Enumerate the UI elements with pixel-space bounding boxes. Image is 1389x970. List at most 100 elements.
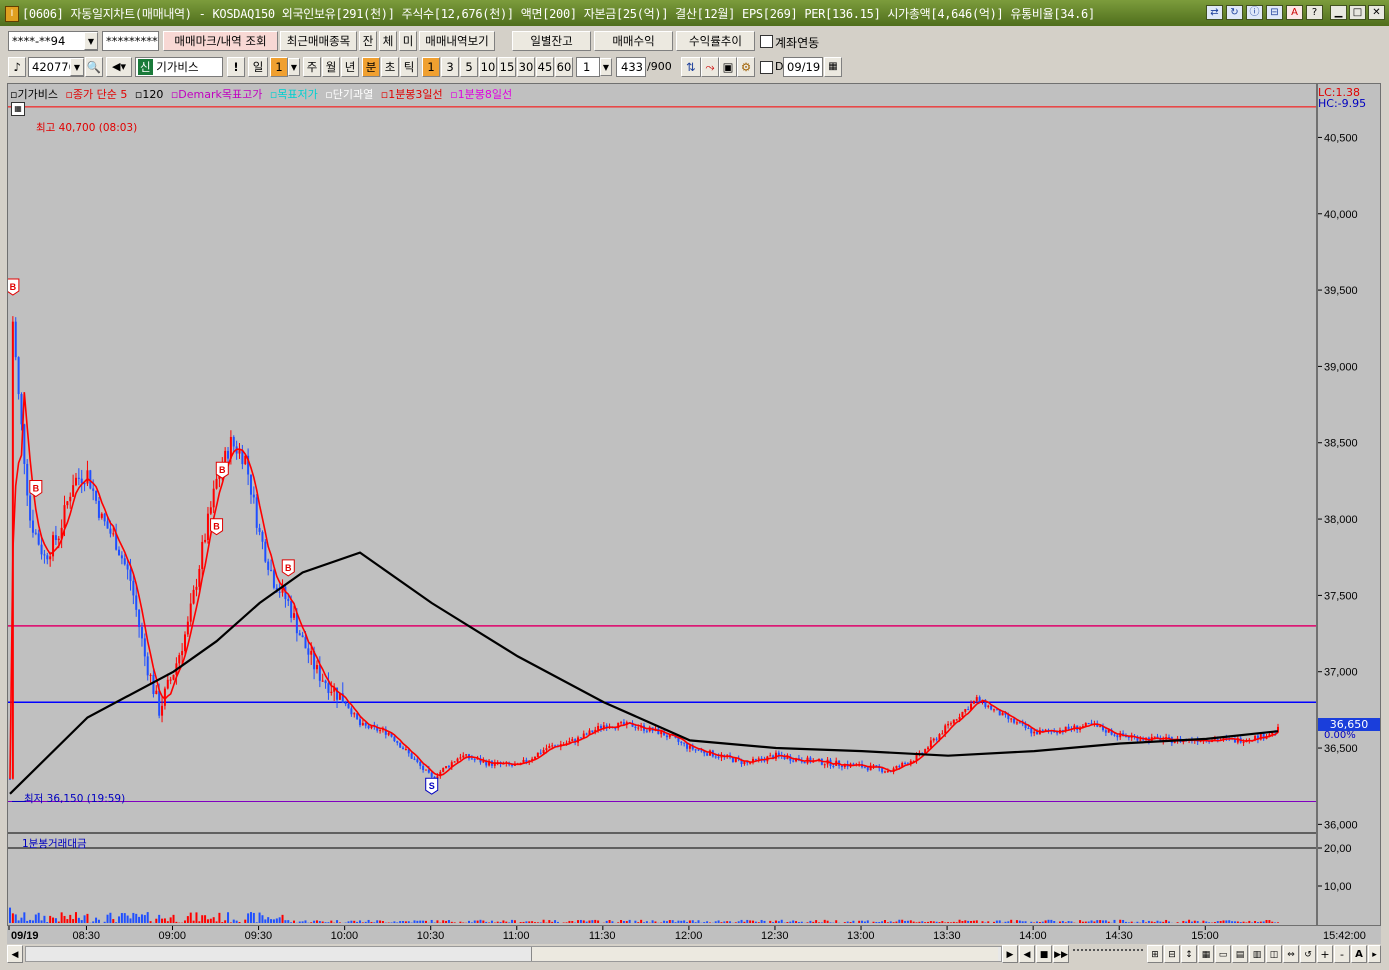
period-dropdown-icon[interactable]: ▼: [288, 58, 300, 76]
period-month-button[interactable]: 월: [322, 57, 340, 77]
unit-dropdown-icon[interactable]: ▼: [600, 58, 612, 76]
text-icon[interactable]: A: [1351, 945, 1367, 963]
link-icon[interactable]: ⇄: [1206, 5, 1223, 20]
minute-45-button[interactable]: 45: [536, 57, 554, 77]
merge-icon[interactable]: ⊟: [1164, 945, 1180, 963]
volume-bar: [318, 921, 321, 923]
candle-body: [307, 648, 310, 655]
zoom-in-icon[interactable]: +: [1317, 945, 1333, 963]
minute-5-button[interactable]: 5: [460, 57, 478, 77]
calendar-icon[interactable]: ▦: [824, 57, 842, 77]
period-value[interactable]: 1: [270, 57, 288, 77]
more-icon[interactable]: ▸: [1368, 945, 1381, 963]
minute-30-button[interactable]: 30: [517, 57, 535, 77]
minute-60-button[interactable]: 60: [555, 57, 573, 77]
info-icon[interactable]: ⓘ: [1246, 5, 1263, 20]
password-field[interactable]: *********: [102, 31, 159, 51]
code-dropdown-icon[interactable]: ▼: [70, 58, 84, 76]
daily-balance-button[interactable]: 일별잔고: [512, 31, 591, 51]
trade-view-button[interactable]: 매매내역보기: [419, 31, 495, 51]
scroll-track[interactable]: [25, 946, 1002, 962]
volume-bar: [1107, 921, 1110, 923]
volume-bar: [901, 919, 904, 923]
volume-bar: [697, 920, 700, 923]
split-icon[interactable]: ⊞: [1147, 945, 1163, 963]
trade-profit-button[interactable]: 매매수익: [594, 31, 673, 51]
split-vertical-icon[interactable]: ◫: [1266, 945, 1282, 963]
table-icon[interactable]: ▤: [1232, 945, 1248, 963]
volume-bar: [1136, 921, 1139, 923]
period-day-button[interactable]: 일: [248, 57, 268, 77]
zoom-out-icon[interactable]: -: [1334, 945, 1350, 963]
date-checkbox[interactable]: [760, 61, 773, 74]
zoom-slider[interactable]: [1073, 949, 1143, 961]
maximize-button[interactable]: □: [1349, 5, 1366, 20]
candle-body: [413, 758, 416, 760]
count-input[interactable]: 433: [616, 57, 646, 77]
period-tick-button[interactable]: 틱: [400, 57, 418, 77]
minute-15-button[interactable]: 15: [498, 57, 516, 77]
account-dropdown-icon[interactable]: ▼: [84, 32, 98, 50]
speaker-icon[interactable]: ◀▾: [106, 57, 132, 77]
grid-icon[interactable]: ▦: [1198, 945, 1214, 963]
volume-bar: [1254, 920, 1257, 923]
period-year-button[interactable]: 년: [341, 57, 359, 77]
minute-3-button[interactable]: 3: [441, 57, 459, 77]
font-icon[interactable]: A: [1286, 5, 1303, 20]
help-icon[interactable]: ?: [1306, 5, 1323, 20]
balance-button[interactable]: 잔: [359, 31, 377, 51]
profit-rate-button[interactable]: 수익률추이: [676, 31, 755, 51]
candle-body: [146, 656, 149, 676]
layout-icon[interactable]: ▥: [1249, 945, 1265, 963]
nav-prev-icon[interactable]: ▶: [1002, 945, 1018, 963]
volume-bar: [416, 920, 419, 923]
alert-button[interactable]: !: [227, 57, 245, 77]
scroll-left-icon[interactable]: ◀: [7, 945, 23, 963]
fit-icon[interactable]: ⇔: [1283, 945, 1299, 963]
unfilled-button[interactable]: 미: [399, 31, 417, 51]
y-tick-label: 36,000: [1324, 819, 1358, 831]
pin-icon[interactable]: ⊟: [1266, 5, 1283, 20]
price-chart-panel[interactable]: B B B B B S ▫기가비스 ▫종가 단순 5 ▫120 ▫Demark목표고가 ▫…: [7, 83, 1317, 926]
execution-button[interactable]: 체: [379, 31, 397, 51]
sync-icon[interactable]: ↻: [1226, 5, 1243, 20]
volume-bar: [221, 922, 224, 923]
volume-bar: [482, 920, 485, 923]
minute-1-button[interactable]: 1: [422, 57, 440, 77]
scroll-thumb[interactable]: [531, 947, 998, 961]
period-minute-button[interactable]: 분: [362, 57, 380, 77]
volume-bar: [192, 920, 195, 923]
chart-type-icon[interactable]: ⇅: [681, 57, 701, 77]
undo-icon[interactable]: ↺: [1300, 945, 1316, 963]
volume-bar: [485, 921, 488, 923]
period-week-button[interactable]: 주: [303, 57, 321, 77]
nav-end-icon[interactable]: ▶▶: [1053, 945, 1069, 963]
resize-icon[interactable]: ↕: [1181, 945, 1197, 963]
nav-stop-icon[interactable]: ■: [1036, 945, 1052, 963]
date-input[interactable]: 09/19: [783, 57, 823, 77]
account-link-checkbox[interactable]: [760, 35, 773, 48]
unit-input[interactable]: 1: [576, 57, 600, 77]
close-button[interactable]: ✕: [1368, 5, 1385, 20]
period-second-button[interactable]: 초: [381, 57, 399, 77]
recent-trades-button[interactable]: 최근매매종목: [280, 31, 357, 51]
stock-search-icon[interactable]: ♪: [8, 57, 26, 77]
candle-body: [140, 627, 143, 639]
volume-bar: [671, 920, 674, 923]
volume-bar: [249, 912, 252, 923]
minimize-button[interactable]: ▁: [1330, 5, 1347, 20]
grid-toggle-icon[interactable]: ▦: [11, 102, 25, 116]
minute-10-button[interactable]: 10: [479, 57, 497, 77]
magnifier-icon[interactable]: 🔍: [85, 57, 103, 77]
trade-mark-button[interactable]: 매매마크/내역 조회: [163, 31, 278, 51]
indicator-icon[interactable]: ⤳: [701, 57, 719, 77]
volume-bar: [1036, 921, 1039, 923]
candle-body: [399, 742, 402, 748]
candle-body: [402, 747, 405, 750]
candle-body: [591, 730, 594, 733]
stock-name-field[interactable]: 신 기가비스: [135, 57, 223, 77]
frame-icon[interactable]: ▭: [1215, 945, 1231, 963]
nav-back-icon[interactable]: ◀: [1019, 945, 1035, 963]
settings-icon[interactable]: ⚙: [737, 57, 755, 77]
save-icon[interactable]: ▣: [719, 57, 737, 77]
